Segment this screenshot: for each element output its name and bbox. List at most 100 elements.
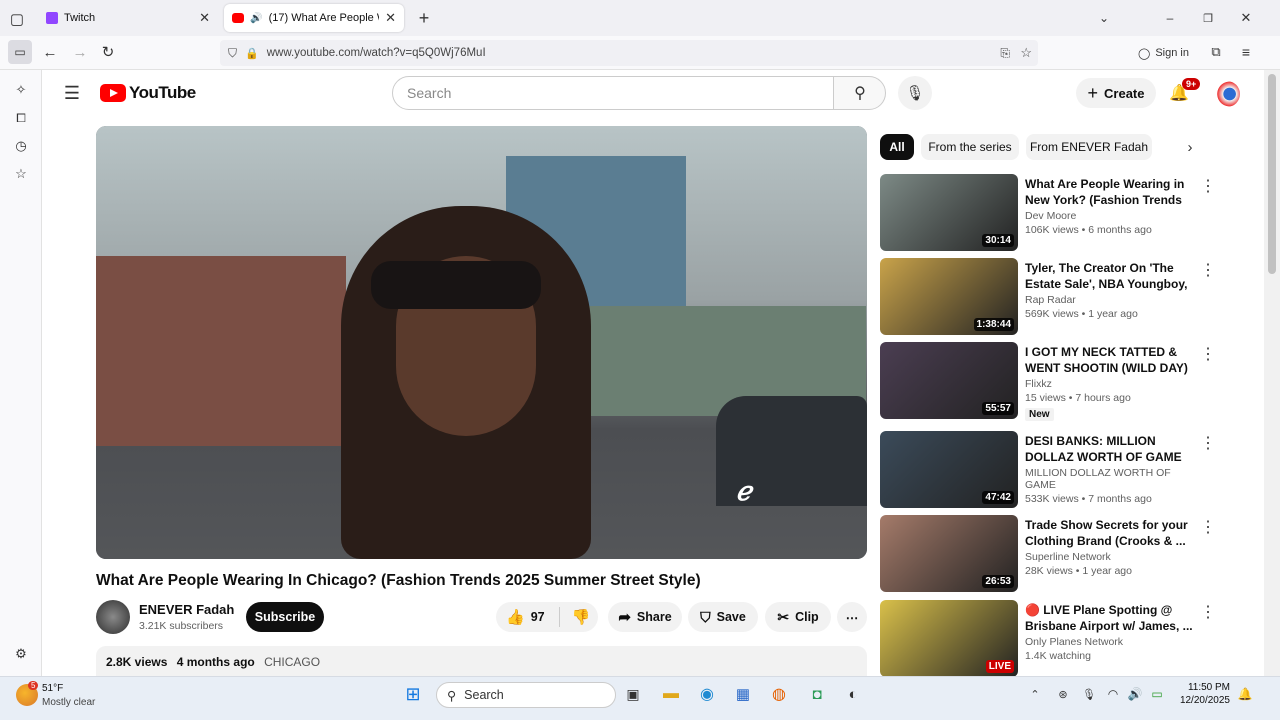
- recommendation-channel[interactable]: Dev Moore: [1025, 210, 1195, 222]
- recommendation-title[interactable]: I GOT MY NECK TATTED & WENT SHOOTIN (WIL…: [1025, 344, 1195, 376]
- more-options-icon[interactable]: ⋮: [1200, 176, 1216, 196]
- tab-list-icon[interactable]: ▢: [8, 10, 26, 28]
- subscribe-button[interactable]: Subscribe: [246, 602, 324, 632]
- network-status-icon[interactable]: ⊛: [1054, 685, 1072, 703]
- thumbs-up-icon[interactable]: 👍: [506, 608, 525, 626]
- task-view-icon[interactable]: ▣: [622, 683, 644, 705]
- scrollbar[interactable]: [1264, 70, 1280, 676]
- app-icon[interactable]: ◘: [806, 683, 828, 705]
- recommendation-item[interactable]: LIVE 🔴 LIVE Plane Spotting @ Brisbane Air…: [880, 600, 1260, 676]
- store-icon[interactable]: ▦: [732, 683, 754, 705]
- recommendation-item[interactable]: 1:38:44 Tyler, The Creator On 'The Estate…: [880, 258, 1260, 336]
- file-explorer-icon[interactable]: ▬: [660, 683, 682, 705]
- shield-icon[interactable]: ⛉: [228, 46, 237, 61]
- video-player[interactable]: ℯ: [96, 126, 867, 559]
- synced-tabs-icon[interactable]: ⧠: [11, 108, 31, 128]
- show-hidden-icons-icon[interactable]: ⌃: [1026, 685, 1044, 703]
- share-button[interactable]: ➦ Share: [608, 602, 682, 632]
- more-options-icon[interactable]: ⋮: [1200, 344, 1216, 364]
- search-input[interactable]: Search: [392, 76, 834, 110]
- weather-widget[interactable]: 5 51°F Mostly clear: [14, 681, 114, 713]
- more-options-icon[interactable]: ⋮: [1200, 602, 1216, 622]
- video-thumbnail[interactable]: 47:42: [880, 431, 1018, 508]
- more-options-icon[interactable]: ⋮: [1200, 433, 1216, 453]
- extensions-icon[interactable]: ⧉: [1206, 42, 1226, 62]
- new-tab-button[interactable]: +: [414, 8, 434, 28]
- like-count[interactable]: 97: [531, 610, 545, 624]
- history-icon[interactable]: ◷: [11, 136, 31, 156]
- menu-icon[interactable]: ≡: [1236, 42, 1256, 62]
- recommendation-title[interactable]: Trade Show Secrets for your Clothing Bra…: [1025, 517, 1195, 549]
- audio-icon[interactable]: 🔊: [250, 13, 262, 24]
- scrollbar-thumb[interactable]: [1268, 74, 1276, 274]
- create-button[interactable]: + Create: [1076, 78, 1156, 108]
- close-tab-icon[interactable]: ✕: [199, 10, 210, 26]
- close-window-button[interactable]: ✕: [1236, 8, 1256, 28]
- recommendation-item[interactable]: 30:14 What Are People Wearing in New York…: [880, 174, 1260, 252]
- edge-icon[interactable]: ◉: [696, 683, 718, 705]
- microphone-icon[interactable]: 🎙: [1080, 685, 1098, 703]
- steam-icon[interactable]: ◐: [842, 683, 864, 705]
- back-icon[interactable]: ←: [40, 42, 60, 62]
- close-tab-icon[interactable]: ✕: [385, 10, 396, 26]
- taskbar-search[interactable]: ⚲ Search: [436, 682, 616, 708]
- recommendation-item[interactable]: 55:57 I GOT MY NECK TATTED & WENT SHOOTIN…: [880, 342, 1260, 421]
- recommendation-channel[interactable]: Rap Radar: [1025, 294, 1195, 306]
- video-thumbnail[interactable]: 30:14: [880, 174, 1018, 251]
- recommendation-channel[interactable]: MILLION DOLLAZ WORTH OF GAME: [1025, 467, 1195, 491]
- video-thumbnail[interactable]: LIVE: [880, 600, 1018, 676]
- recommendation-title[interactable]: 🔴 LIVE Plane Spotting @ Brisbane Airport…: [1025, 602, 1195, 634]
- url-text[interactable]: www.youtube.com/watch?v=q5Q0Wj76MuI: [267, 47, 486, 59]
- video-thumbnail[interactable]: 26:53: [880, 515, 1018, 592]
- chip-all[interactable]: All: [880, 134, 914, 160]
- recommendation-item[interactable]: 26:53 Trade Show Secrets for your Clothin…: [880, 515, 1260, 593]
- minimize-button[interactable]: –: [1160, 8, 1180, 28]
- windows-start-icon[interactable]: ⊞: [402, 683, 424, 705]
- youtube-logo[interactable]: YouTube: [100, 83, 196, 103]
- video-thumbnail[interactable]: 1:38:44: [880, 258, 1018, 335]
- ai-sparkle-icon[interactable]: ✧: [11, 80, 31, 100]
- chevron-down-icon[interactable]: ⌄: [1094, 8, 1114, 28]
- recommendation-item[interactable]: 47:42 DESI BANKS: MILLION DOLLAZ WORTH OF…: [880, 431, 1260, 509]
- recommendation-title[interactable]: Tyler, The Creator On 'The Estate Sale',…: [1025, 260, 1195, 292]
- chip-from-channel[interactable]: From ENEVER Fadah: [1026, 134, 1152, 160]
- recommendation-channel[interactable]: Only Planes Network: [1025, 636, 1195, 648]
- more-options-icon[interactable]: ⋮: [1200, 260, 1216, 280]
- recommendation-channel[interactable]: Flixkz: [1025, 378, 1195, 390]
- wifi-icon[interactable]: ◠: [1104, 685, 1122, 703]
- hashtag[interactable]: CHICAGO: [264, 655, 320, 669]
- url-bar[interactable]: ⛉ 🔒 www.youtube.com/watch?v=q5Q0Wj76MuI …: [220, 40, 1038, 66]
- battery-icon[interactable]: ▭: [1148, 685, 1166, 703]
- recommendation-title[interactable]: DESI BANKS: MILLION DOLLAZ WORTH OF GAME…: [1025, 433, 1195, 465]
- sidebar-toggle-icon[interactable]: ▭: [8, 40, 32, 64]
- hamburger-menu-icon[interactable]: ☰: [60, 82, 84, 104]
- recommendation-channel[interactable]: Superline Network: [1025, 551, 1195, 563]
- reload-icon[interactable]: ↻: [98, 42, 118, 62]
- clock[interactable]: 11:50 PM 12/20/2025: [1172, 681, 1230, 707]
- save-button[interactable]: ⛉ Save: [688, 602, 758, 632]
- translate-icon[interactable]: ⎘: [1000, 46, 1010, 61]
- channel-avatar[interactable]: [96, 600, 130, 634]
- restore-button[interactable]: ❐: [1198, 8, 1218, 28]
- avatar[interactable]: [1214, 81, 1240, 107]
- forward-icon[interactable]: →: [70, 42, 90, 62]
- clip-button[interactable]: ✂ Clip: [765, 602, 831, 632]
- bookmarks-icon[interactable]: ☆: [11, 164, 31, 184]
- volume-icon[interactable]: 🔊: [1126, 685, 1144, 703]
- recommendation-title[interactable]: What Are People Wearing in New York? (Fa…: [1025, 176, 1195, 208]
- firefox-icon[interactable]: ◍: [768, 683, 790, 705]
- lock-icon[interactable]: 🔒: [245, 47, 259, 60]
- tab-twitch[interactable]: Twitch ✕: [38, 4, 218, 32]
- chip-from-series[interactable]: From the series: [921, 134, 1019, 160]
- bookmark-star-icon[interactable]: ☆: [1020, 45, 1032, 61]
- video-thumbnail[interactable]: 55:57: [880, 342, 1018, 419]
- more-actions-button[interactable]: ⋯: [837, 602, 867, 632]
- channel-name[interactable]: ENEVER Fadah: [139, 602, 234, 617]
- settings-gear-icon[interactable]: ⚙: [11, 644, 31, 664]
- more-options-icon[interactable]: ⋮: [1200, 517, 1216, 537]
- tab-youtube[interactable]: 🔊 (17) What Are People Wearin ✕: [224, 4, 404, 32]
- description-box[interactable]: 2.8K views 4 months ago CHICAGO: [96, 646, 867, 676]
- sign-in-button[interactable]: ◯ Sign in: [1138, 42, 1198, 64]
- thumbs-down-icon[interactable]: 👎: [572, 608, 591, 626]
- notification-center-icon[interactable]: 🔔: [1236, 685, 1254, 703]
